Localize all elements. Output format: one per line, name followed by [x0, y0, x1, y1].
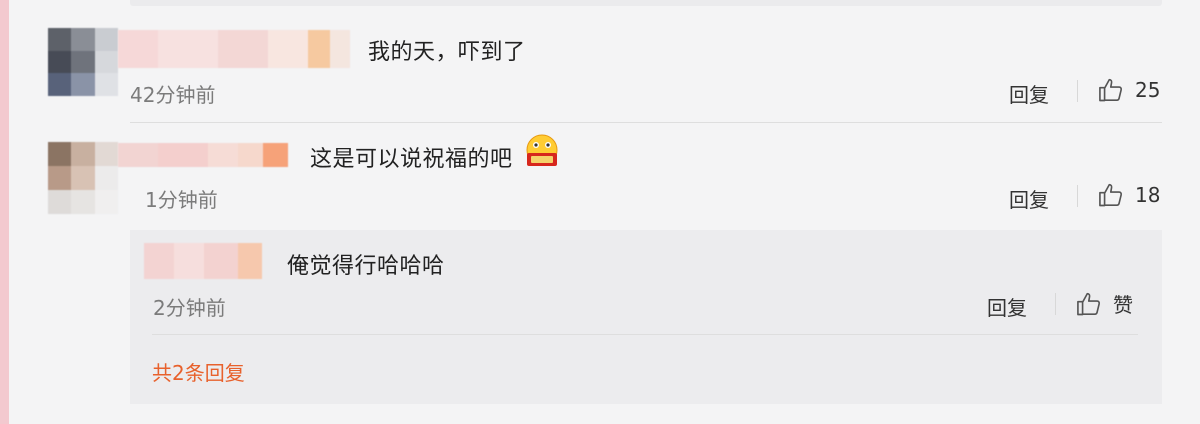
username[interactable]: [118, 30, 350, 68]
action-separator: [1077, 185, 1078, 207]
reply-button[interactable]: 回复: [1009, 184, 1049, 213]
comment-text: 我的天，吓到了: [368, 40, 526, 65]
thumbs-up-icon: [1099, 78, 1123, 102]
username[interactable]: [144, 243, 262, 279]
comment-time: 1分钟前: [145, 188, 218, 212]
action-separator: [1077, 80, 1078, 102]
thumbs-up-icon: [1099, 183, 1123, 207]
reply-text: 俺觉得行哈哈哈: [287, 254, 445, 279]
reply-time: 2分钟前: [153, 296, 226, 320]
comment-text: 这是可以说祝福的吧: [310, 147, 513, 172]
comment-divider: [130, 122, 1162, 123]
avatar[interactable]: [48, 142, 118, 214]
reply-button[interactable]: 回复: [987, 292, 1027, 321]
comment-time: 42分钟前: [130, 83, 216, 107]
action-separator: [1055, 293, 1056, 315]
like-button[interactable]: 赞: [1075, 289, 1133, 318]
like-count: 25: [1135, 78, 1161, 102]
like-button[interactable]: 18: [1097, 181, 1160, 209]
reply-divider: [152, 334, 1138, 335]
like-label: 赞: [1113, 293, 1133, 317]
avatar[interactable]: [48, 28, 118, 96]
blessing-emoji-icon: [526, 134, 558, 166]
left-accent-stripe: [0, 0, 9, 424]
like-button[interactable]: 25: [1097, 76, 1160, 104]
thumbs-up-icon: [1077, 292, 1101, 315]
view-more-replies-link[interactable]: 共2条回复: [152, 357, 245, 386]
previous-section-edge: [130, 0, 1162, 6]
like-count: 18: [1135, 183, 1161, 207]
reply-button[interactable]: 回复: [1009, 79, 1049, 108]
username[interactable]: [118, 143, 288, 167]
